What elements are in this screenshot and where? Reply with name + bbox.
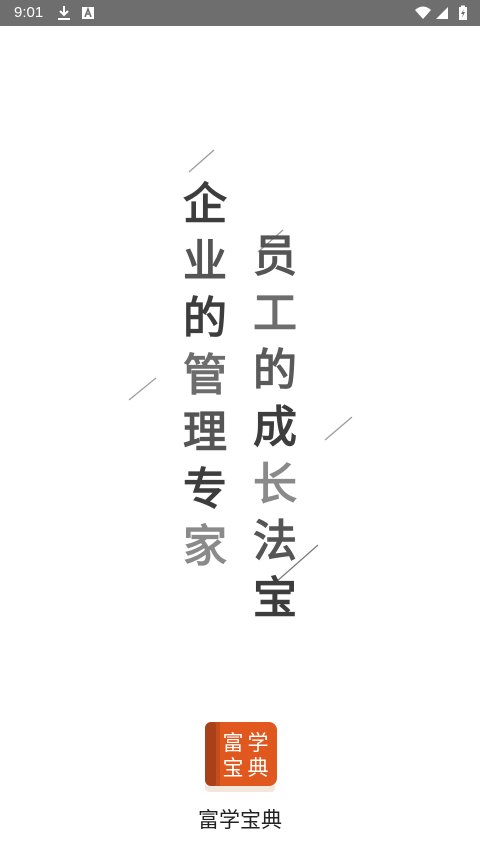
logo-char: 宝 [223, 756, 244, 780]
slogan-char: 长 [253, 459, 297, 510]
slogan-char: 成 [253, 402, 297, 453]
logo-char: 典 [248, 756, 269, 780]
status-bar: 9:01 [0, 0, 480, 26]
logo-char: 学 [248, 731, 269, 755]
slogan-char: 法 [253, 516, 297, 567]
download-icon [58, 6, 70, 20]
slogan-char: 企 [183, 179, 227, 230]
slogan-char: 专 [183, 464, 227, 515]
wifi-icon [415, 6, 431, 19]
slogan-char: 工 [253, 288, 297, 339]
slogan-char: 员 [253, 231, 297, 282]
slogan-left-column: 企 业 的 管 理 专 家 [181, 176, 229, 575]
slogan-char: 的 [253, 345, 297, 396]
slogan-char: 业 [183, 236, 227, 287]
battery-icon [459, 5, 467, 20]
slogan-char: 理 [183, 407, 227, 458]
slogan-char: 的 [183, 293, 227, 344]
slogan-char: 家 [183, 521, 227, 572]
a-badge-icon [82, 6, 94, 19]
signal-icon [436, 7, 448, 19]
deco-line [188, 149, 215, 173]
app-logo: 富 学 宝 典 [205, 722, 277, 792]
status-time: 9:01 [14, 4, 44, 21]
logo-char: 富 [223, 731, 244, 755]
app-name: 富学宝典 [198, 808, 282, 832]
slogan-char: 管 [183, 350, 227, 401]
slogan-right-column: 员 工 的 成 长 法 宝 [251, 228, 299, 627]
slogan-char: 宝 [253, 573, 297, 624]
deco-line [128, 377, 157, 401]
deco-line [324, 416, 353, 441]
